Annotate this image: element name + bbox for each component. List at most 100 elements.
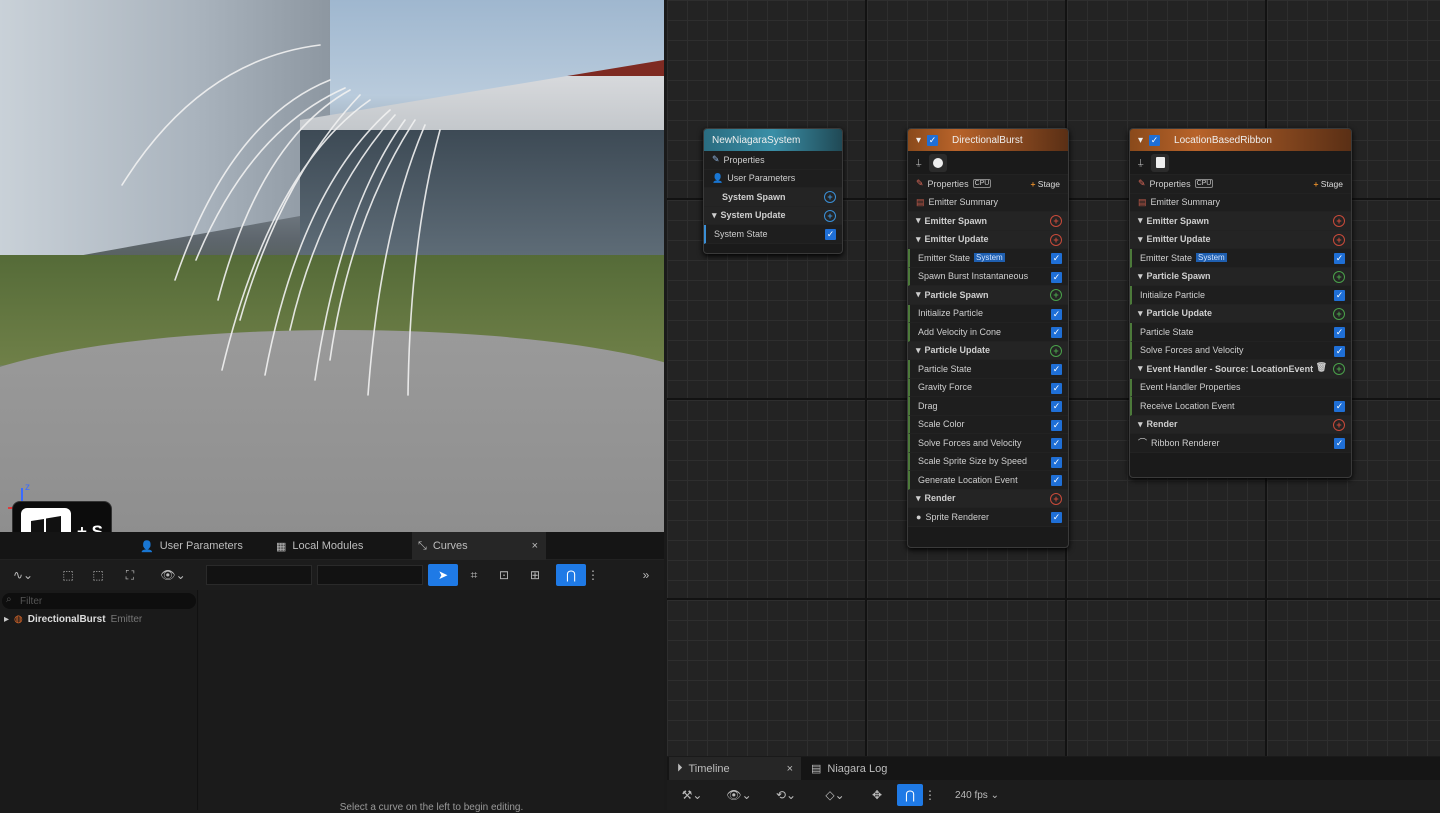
- emitter-properties-row[interactable]: ✎ Properties CPU + Stage: [1130, 175, 1351, 194]
- collapse-arrow-icon[interactable]: ▾: [916, 493, 921, 504]
- system-update-row[interactable]: ▾ System Update +: [704, 206, 842, 225]
- module-row[interactable]: Particle State ✓: [1130, 323, 1351, 342]
- value-field[interactable]: [317, 565, 423, 585]
- auto-key-icon[interactable]: ✥: [867, 784, 887, 806]
- emitter-node-directional-burst[interactable]: ▾ ✓ DirectionalBurst ⍊ ✎ Properties CPU +…: [907, 128, 1069, 548]
- add-module-icon[interactable]: +: [1333, 215, 1345, 227]
- stage-button[interactable]: + Stage: [1313, 179, 1343, 189]
- enabled-checkbox[interactable]: ✓: [1051, 327, 1062, 338]
- transform-tool-icon[interactable]: ⌗: [464, 564, 484, 586]
- system-properties-row[interactable]: ✎ Properties: [704, 151, 842, 170]
- tree-item-emitter[interactable]: ▸ ◍ DirectionalBurst Emitter: [4, 614, 142, 625]
- module-row[interactable]: Scale Sprite Size by Speed ✓: [908, 452, 1068, 471]
- emitter-enabled-checkbox[interactable]: ✓: [927, 134, 939, 146]
- key-options-dropdown[interactable]: ◇⌄: [819, 784, 851, 806]
- stage-row[interactable]: ▾ Emitter Update +: [1130, 230, 1351, 249]
- user-parameters-row[interactable]: 👤 User Parameters: [704, 169, 842, 188]
- enabled-checkbox[interactable]: ✓: [1334, 345, 1345, 357]
- stage-row[interactable]: ▾ Emitter Spawn +: [908, 212, 1068, 231]
- enabled-checkbox[interactable]: ✓: [1051, 475, 1062, 486]
- collapse-arrow-icon[interactable]: ▾: [1138, 234, 1143, 245]
- trash-icon[interactable]: 🗑: [1316, 362, 1327, 373]
- add-module-icon[interactable]: +: [1333, 233, 1345, 246]
- module-row[interactable]: ● Sprite Renderer ✓: [908, 508, 1068, 527]
- tab-user-parameters[interactable]: 👤 User Parameters: [140, 532, 270, 560]
- add-module-icon[interactable]: +: [1333, 307, 1345, 320]
- tab-curves[interactable]: ⤡ Curves ×: [412, 532, 546, 560]
- emitter-node-location-based-ribbon[interactable]: ▾ ✓ LocationBasedRibbon ⍊ ✎ Properties CP…: [1129, 128, 1352, 478]
- add-module-icon[interactable]: +: [1333, 270, 1345, 283]
- enabled-checkbox[interactable]: ✓: [1051, 271, 1062, 283]
- stage-row[interactable]: ▾ Particle Spawn +: [908, 286, 1068, 305]
- enabled-checkbox[interactable]: ✓: [1051, 456, 1062, 468]
- module-row[interactable]: Emitter State System ✓: [908, 249, 1068, 268]
- multi-scale-tool-icon[interactable]: ⊞: [524, 564, 546, 586]
- curve-mode-dropdown[interactable]: ∿⌄: [6, 564, 40, 586]
- filter-input[interactable]: ⌕ Filter: [2, 593, 196, 609]
- enabled-checkbox[interactable]: ✓: [1051, 308, 1062, 320]
- emitter-header[interactable]: ▾ ✓ LocationBasedRibbon: [1130, 129, 1351, 151]
- collapse-arrow-icon[interactable]: ▾: [916, 215, 921, 226]
- enabled-checkbox[interactable]: ✓: [1051, 253, 1062, 264]
- add-module-icon[interactable]: +: [1050, 492, 1062, 505]
- enabled-checkbox[interactable]: ✓: [1334, 253, 1345, 264]
- emitter-header[interactable]: ▾ ✓ DirectionalBurst: [908, 129, 1068, 151]
- enabled-checkbox[interactable]: ✓: [1334, 327, 1345, 338]
- module-row[interactable]: Initialize Particle ✓: [908, 304, 1068, 323]
- add-module-icon[interactable]: +: [1050, 215, 1062, 227]
- stage-row[interactable]: ▾ Render +: [1130, 415, 1351, 434]
- add-module-icon[interactable]: +: [1050, 289, 1062, 301]
- collapse-arrow-icon[interactable]: ▾: [916, 289, 921, 300]
- enabled-checkbox[interactable]: ✓: [1051, 512, 1062, 523]
- enabled-checkbox[interactable]: ✓: [1334, 438, 1345, 449]
- enabled-checkbox[interactable]: ✓: [825, 229, 836, 240]
- emitter-properties-row[interactable]: ✎ Properties CPU + Stage: [908, 175, 1068, 194]
- settings-wrench-dropdown[interactable]: ⚒⌄: [677, 784, 707, 806]
- enabled-checkbox[interactable]: ✓: [1051, 438, 1062, 449]
- enabled-checkbox[interactable]: ✓: [1334, 401, 1345, 412]
- module-row[interactable]: Solve Forces and Velocity ✓: [1130, 341, 1351, 360]
- collapse-arrow-icon[interactable]: ▾: [916, 345, 921, 356]
- module-row[interactable]: Gravity Force ✓: [908, 378, 1068, 397]
- system-node-header[interactable]: NewNiagaraSystem: [704, 129, 842, 151]
- stage-row[interactable]: ▾ Particle Update +: [1130, 304, 1351, 323]
- view-options-dropdown[interactable]: 👁⌄: [156, 564, 190, 586]
- preview-viewport[interactable]: z + S: [0, 0, 664, 532]
- module-row[interactable]: Generate Location Event ✓: [908, 471, 1068, 490]
- stage-row[interactable]: ▾ Render +: [908, 489, 1068, 508]
- module-row[interactable]: ⌒ Ribbon Renderer ✓: [1130, 434, 1351, 453]
- system-spawn-row[interactable]: System Spawn +: [704, 188, 842, 207]
- add-module-icon[interactable]: +: [824, 209, 836, 222]
- fit-icon[interactable]: ⛶: [120, 564, 140, 586]
- module-row[interactable]: Scale Color ✓: [908, 415, 1068, 434]
- emitter-summary-row[interactable]: ▤ Emitter Summary: [1130, 193, 1351, 212]
- enabled-checkbox[interactable]: ✓: [1051, 364, 1062, 375]
- enabled-checkbox[interactable]: ✓: [1051, 401, 1062, 412]
- stage-button[interactable]: + Stage: [1030, 179, 1060, 189]
- stage-row[interactable]: ▾ Particle Update +: [908, 341, 1068, 360]
- expand-toolbar-icon[interactable]: »: [636, 564, 656, 586]
- playback-options-dropdown[interactable]: ⟲⌄: [769, 784, 803, 806]
- snap-button[interactable]: ⋂: [897, 784, 923, 806]
- retime-tool-icon[interactable]: ⊡: [494, 564, 514, 586]
- module-row[interactable]: Receive Location Event ✓: [1130, 397, 1351, 416]
- close-icon[interactable]: ×: [532, 540, 538, 552]
- enabled-checkbox[interactable]: ✓: [1051, 382, 1062, 394]
- select-tool-button[interactable]: ➤: [428, 564, 458, 586]
- collapse-arrow-icon[interactable]: ▾: [916, 135, 921, 146]
- module-row[interactable]: Initialize Particle ✓: [1130, 286, 1351, 305]
- collapse-arrow-icon[interactable]: ▾: [712, 210, 717, 221]
- module-row[interactable]: Event Handler Properties: [1130, 378, 1351, 397]
- close-icon[interactable]: ×: [787, 763, 793, 775]
- collapse-arrow-icon[interactable]: ▾: [1138, 215, 1143, 226]
- module-row[interactable]: Particle State ✓: [908, 360, 1068, 379]
- pin-icon[interactable]: ⍊: [916, 157, 921, 168]
- enabled-checkbox[interactable]: ✓: [1051, 419, 1062, 431]
- snap-button[interactable]: ⋂: [556, 564, 586, 586]
- pin-icon[interactable]: ⍊: [1138, 157, 1143, 168]
- stage-row[interactable]: ▾ Emitter Update +: [908, 230, 1068, 249]
- time-field[interactable]: [206, 565, 312, 585]
- tab-timeline[interactable]: ⏵ Timeline ×: [669, 757, 801, 780]
- stage-row[interactable]: ▾ Particle Spawn +: [1130, 267, 1351, 286]
- expand-arrow-icon[interactable]: ▸: [4, 614, 9, 625]
